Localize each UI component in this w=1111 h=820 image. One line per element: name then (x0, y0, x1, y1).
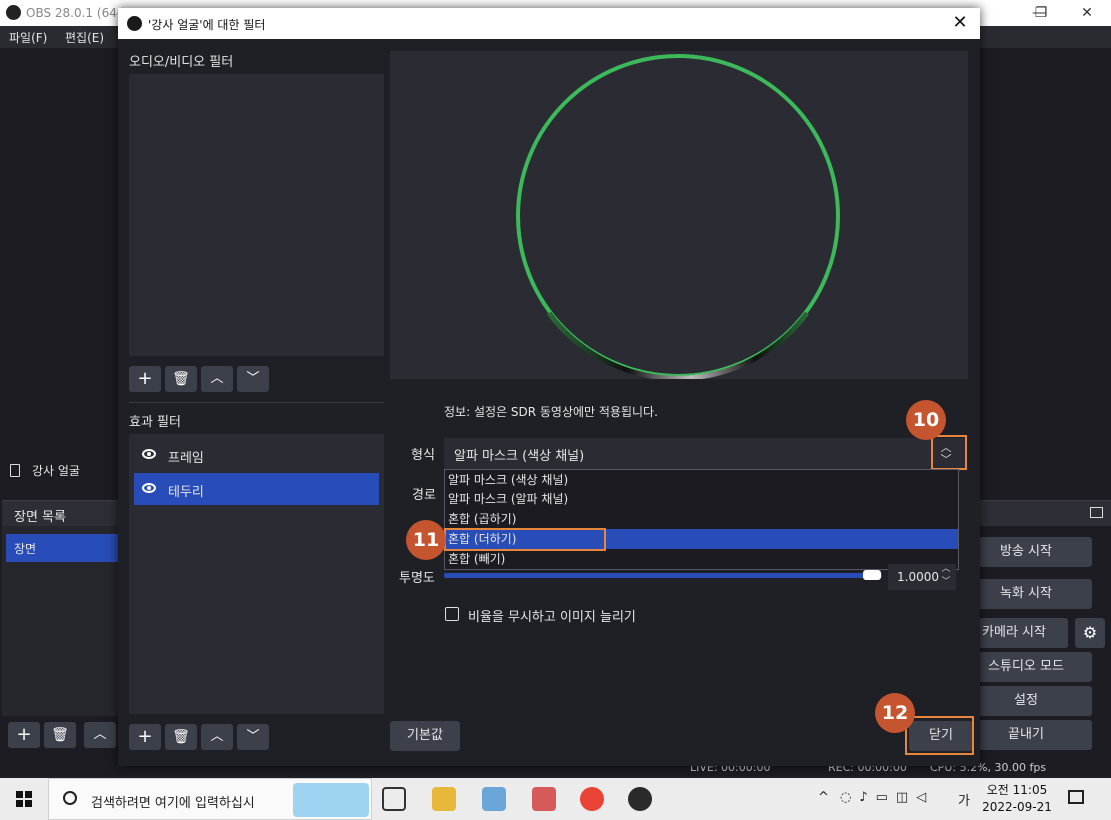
scene-list: 장면 (2, 526, 118, 716)
window-close-icon[interactable]: ✕ (1064, 0, 1110, 26)
gear-icon[interactable]: ⚙ (1075, 618, 1105, 648)
snipping-tool-icon[interactable] (532, 787, 556, 811)
taskbar-clock[interactable]: 오전 11:05 2022-09-21 (982, 782, 1052, 816)
dropdown-option[interactable]: 혼합 (빼기) (445, 549, 958, 569)
effect-filters-label: 효과 필터 (129, 415, 181, 430)
dropdown-option[interactable]: 알파 마스크 (알파 채널) (445, 489, 958, 509)
defaults-button[interactable]: 기본값 (390, 721, 460, 751)
type-label: 형식 (411, 448, 435, 463)
ring-outline (516, 54, 840, 378)
move-av-filter-up-button[interactable]: ︿ (201, 366, 233, 392)
ime-indicator[interactable]: 가 (958, 790, 970, 809)
opacity-label: 투명도 (399, 571, 435, 586)
search-highlight-image-icon (293, 783, 369, 817)
obs-taskbar-icon[interactable] (628, 787, 652, 811)
taskbar-search-box[interactable]: 검색하려면 여기에 입력하십시 (48, 778, 372, 820)
panel-separator (129, 402, 384, 403)
notification-icon[interactable] (1068, 790, 1084, 804)
add-effect-filter-button[interactable]: + (129, 724, 161, 750)
stretch-image-checkbox[interactable] (445, 607, 459, 621)
mask-ring-preview (516, 54, 840, 381)
obs-logo-icon (127, 16, 142, 31)
remove-effect-filter-button[interactable]: 🗑 (165, 724, 197, 750)
menu-edit[interactable]: 편집(E) (65, 29, 104, 46)
filter-preview (390, 51, 968, 381)
task-view-icon[interactable] (382, 787, 406, 811)
opacity-slider-handle[interactable] (863, 570, 881, 580)
file-explorer-icon[interactable] (432, 787, 456, 811)
obs-logo-icon (6, 5, 21, 20)
type-dropdown-list: 알파 마스크 (색상 채널) 알파 마스크 (알파 채널) 혼합 (곱하기) 혼… (444, 469, 959, 570)
info-text: 정보: 설정은 SDR 동영상에만 적용됩니다. (444, 405, 658, 419)
av-filters-label: 오디오/비디오 필터 (129, 55, 234, 70)
dialog-close-icon[interactable]: ✕ (946, 10, 974, 36)
taskbar: 검색하려면 여기에 입력하십시 ^ ◌♪▭◫◁ 가 오전 11:05 2022-… (0, 778, 1111, 820)
remove-av-filter-button[interactable]: 🗑 (165, 366, 197, 392)
search-icon (63, 791, 77, 805)
move-effect-filter-up-button[interactable]: ︿ (201, 724, 233, 750)
chrome-icon[interactable] (580, 787, 604, 811)
step-badge-11: 11 (406, 520, 446, 560)
move-scene-up-button[interactable]: ︿ (84, 722, 116, 748)
path-label: 경로 (412, 488, 436, 503)
move-av-filter-down-button[interactable]: ﹀ (237, 366, 269, 392)
scene-item[interactable]: 장면 (6, 534, 118, 562)
controls-header (978, 500, 1111, 526)
source-name: 강사 얼굴 (10, 462, 80, 479)
dock-icon[interactable] (1090, 507, 1103, 518)
search-placeholder: 검색하려면 여기에 입력하십시 (91, 796, 255, 811)
spin-arrows-icon[interactable]: ︿ ﹀ (938, 563, 954, 591)
eye-icon[interactable] (142, 449, 156, 459)
filter-item-frame[interactable]: 프레임 (134, 439, 379, 471)
dialog-titlebar: '강사 얼굴'에 대한 필터 ✕ (118, 8, 980, 39)
windows-start-icon[interactable] (16, 791, 32, 807)
remove-scene-button[interactable]: 🗑 (44, 722, 76, 748)
main-window-title: OBS 28.0.1 (64-b (26, 6, 129, 20)
type-combobox[interactable]: 알파 마스크 (색상 채널) (444, 438, 967, 470)
highlight-box-12 (905, 716, 974, 755)
dialog-title: '강사 얼굴'에 대한 필터 (148, 18, 266, 32)
dropdown-option[interactable]: 알파 마스크 (색상 채널) (445, 470, 958, 490)
step-badge-10: 10 (906, 400, 946, 440)
step-badge-12: 12 (875, 693, 915, 733)
effect-filters-list: 프레임 테두리 (129, 434, 384, 714)
dropdown-option[interactable]: 혼합 (곱하기) (445, 509, 958, 529)
tray-chevron-icon[interactable]: ^ (818, 790, 829, 805)
add-scene-button[interactable]: + (8, 722, 40, 748)
av-filters-list[interactable] (129, 74, 384, 356)
highlight-box-11 (444, 528, 606, 551)
document-icon (10, 464, 20, 477)
restore-icon[interactable]: ❐ (1018, 0, 1064, 26)
scenes-header: 장면 목록 (2, 500, 118, 526)
tray-icons[interactable]: ◌♪▭◫◁ (840, 790, 940, 805)
filter-item-border[interactable]: 테두리 (134, 473, 379, 505)
stretch-image-label: 비율을 무시하고 이미지 늘리기 (468, 610, 636, 625)
eye-icon[interactable] (142, 483, 156, 493)
opacity-slider-track[interactable] (444, 573, 882, 578)
notepad-icon[interactable] (482, 787, 506, 811)
menu-file[interactable]: 파일(F) (9, 29, 47, 46)
add-av-filter-button[interactable]: + (129, 366, 161, 392)
move-effect-filter-down-button[interactable]: ﹀ (237, 724, 269, 750)
filters-dialog: '강사 얼굴'에 대한 필터 ✕ 오디오/비디오 필터 + 🗑 ︿ ﹀ 효과 필… (118, 8, 980, 766)
highlight-box-10 (931, 435, 967, 470)
